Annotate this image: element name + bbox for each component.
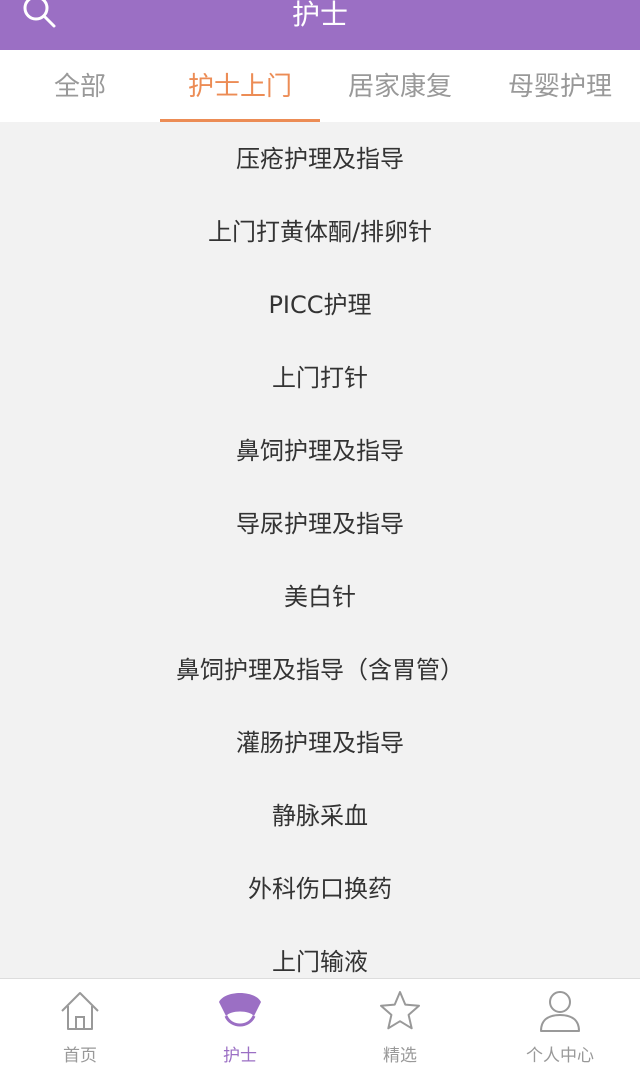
star-icon xyxy=(380,991,420,1030)
app-header: 护士 xyxy=(0,0,640,50)
list-item[interactable]: 压疮护理及指导 xyxy=(0,122,640,195)
tab-home-rehab[interactable]: 居家康复 xyxy=(320,50,480,122)
home-icon xyxy=(61,992,99,1030)
user-icon xyxy=(540,991,580,1032)
tab-home-nursing[interactable]: 护士上门 xyxy=(160,50,320,122)
list-item[interactable]: 上门打黄体酮/排卵针 xyxy=(0,195,640,268)
list-item[interactable]: 上门打针 xyxy=(0,341,640,414)
tabbar-nurse-label: 护士 xyxy=(223,1046,257,1066)
tab-maternal-care[interactable]: 母婴护理 xyxy=(480,50,640,122)
tabbar-profile-label: 个人中心 xyxy=(526,1046,594,1066)
nurse-cap-icon xyxy=(219,993,261,1027)
list-item[interactable]: 导尿护理及指导 xyxy=(0,487,640,560)
list-item[interactable]: PICC护理 xyxy=(0,268,640,341)
tabbar-nurse[interactable]: 护士 xyxy=(160,979,320,1068)
list-item[interactable]: 静脉采血 xyxy=(0,779,640,852)
tabbar-featured-label: 精选 xyxy=(383,1046,417,1066)
list-item[interactable]: 鼻饲护理及指导 xyxy=(0,414,640,487)
tab-all[interactable]: 全部 xyxy=(0,50,160,122)
page-title: 护士 xyxy=(291,0,348,31)
service-list: 压疮护理及指导 上门打黄体酮/排卵针 PICC护理 上门打针 鼻饲护理及指导 导… xyxy=(0,122,640,978)
category-tabs: 全部 护士上门 居家康复 母婴护理 xyxy=(0,50,640,122)
tabbar-featured[interactable]: 精选 xyxy=(320,979,480,1068)
tabbar-home-label: 首页 xyxy=(63,1046,97,1066)
list-item[interactable]: 外科伤口换药 xyxy=(0,852,640,925)
tabbar-home[interactable]: 首页 xyxy=(0,979,160,1068)
list-item[interactable]: 美白针 xyxy=(0,560,640,633)
bottom-tab-bar: 首页 护士 精选 个人中心 xyxy=(0,978,640,1068)
tabbar-profile[interactable]: 个人中心 xyxy=(480,979,640,1068)
list-item[interactable]: 灌肠护理及指导 xyxy=(0,706,640,779)
list-item[interactable]: 上门输液 xyxy=(0,925,640,978)
list-item[interactable]: 鼻饲护理及指导（含胃管） xyxy=(0,633,640,706)
